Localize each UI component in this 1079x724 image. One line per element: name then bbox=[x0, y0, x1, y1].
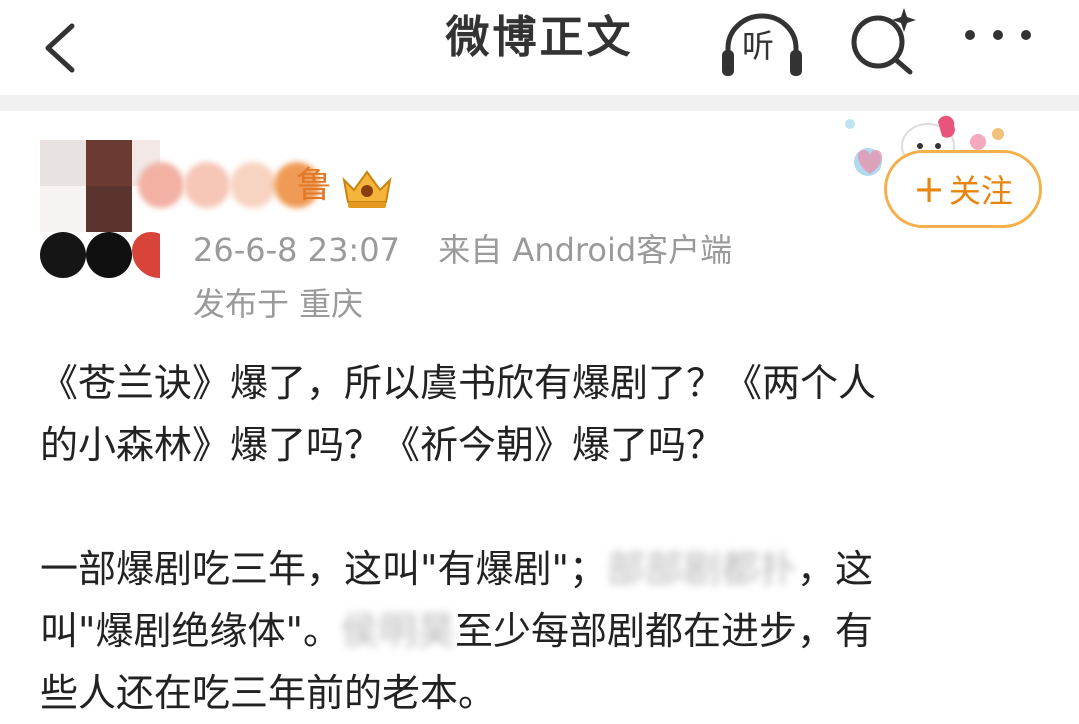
post-text-segment: 至少每部剧都在进步，有 bbox=[454, 609, 873, 653]
post-paragraph-2: 一部爆剧吃三年，这叫"有爆剧"；部部剧都扑，这 叫"爆剧绝缘体"。侯明昊至少每部… bbox=[40, 538, 1050, 724]
listen-button[interactable]: 听 bbox=[720, 10, 804, 82]
search-button[interactable] bbox=[848, 6, 918, 76]
top-nav-bar: 微博正文 听 bbox=[0, 0, 1079, 95]
post-text-segment: 一部爆剧吃三年，这叫"有爆剧"； bbox=[40, 547, 607, 591]
post-text-segment: ，这 bbox=[796, 547, 873, 591]
author-name-suffix: 鲁 bbox=[296, 165, 333, 206]
post-paragraph-1: 《苍兰诀》爆了，所以虞书欣有爆剧了？《两个人 的小森林》爆了吗？《祈今朝》爆了吗… bbox=[40, 352, 1050, 476]
follow-label: 关注 bbox=[948, 172, 1013, 210]
post-text-line: 些人还在吃三年前的老本。 bbox=[40, 671, 497, 715]
vip-crown-icon bbox=[342, 170, 392, 208]
post-source: 来自 Android客户端 bbox=[438, 231, 733, 269]
blurred-text: 部部剧都扑 bbox=[606, 547, 797, 591]
post-text-segment: 叫"爆剧绝缘体"。 bbox=[40, 609, 341, 653]
post-timestamp: 26-6-8 23:07 bbox=[193, 231, 400, 269]
more-options-button[interactable] bbox=[960, 20, 1040, 50]
more-dots-icon bbox=[965, 30, 1031, 40]
follow-button[interactable]: + 关注 bbox=[884, 150, 1042, 228]
header-divider-band bbox=[0, 95, 1079, 111]
post-text-line: 叫"爆剧绝缘体"。侯明昊至少每部剧都在进步，有 bbox=[40, 600, 1050, 662]
plus-icon: + bbox=[913, 167, 945, 211]
post-text-line: 一部爆剧吃三年，这叫"有爆剧"；部部剧都扑，这 bbox=[40, 538, 1050, 600]
post-meta-line: 26-6-8 23:07 来自 Android客户端 bbox=[193, 230, 732, 270]
blurred-text: 侯明昊 bbox=[340, 609, 455, 653]
author-avatar[interactable] bbox=[40, 140, 160, 290]
post-location: 发布于 重庆 bbox=[193, 285, 364, 323]
post-text-line: 《苍兰诀》爆了，所以虞书欣有爆剧了？《两个人 bbox=[40, 361, 877, 405]
listen-label: 听 bbox=[742, 27, 775, 65]
post-text-line: 的小森林》爆了吗？《祈今朝》爆了吗？ bbox=[40, 423, 725, 467]
search-sparkle-icon bbox=[851, 8, 916, 75]
